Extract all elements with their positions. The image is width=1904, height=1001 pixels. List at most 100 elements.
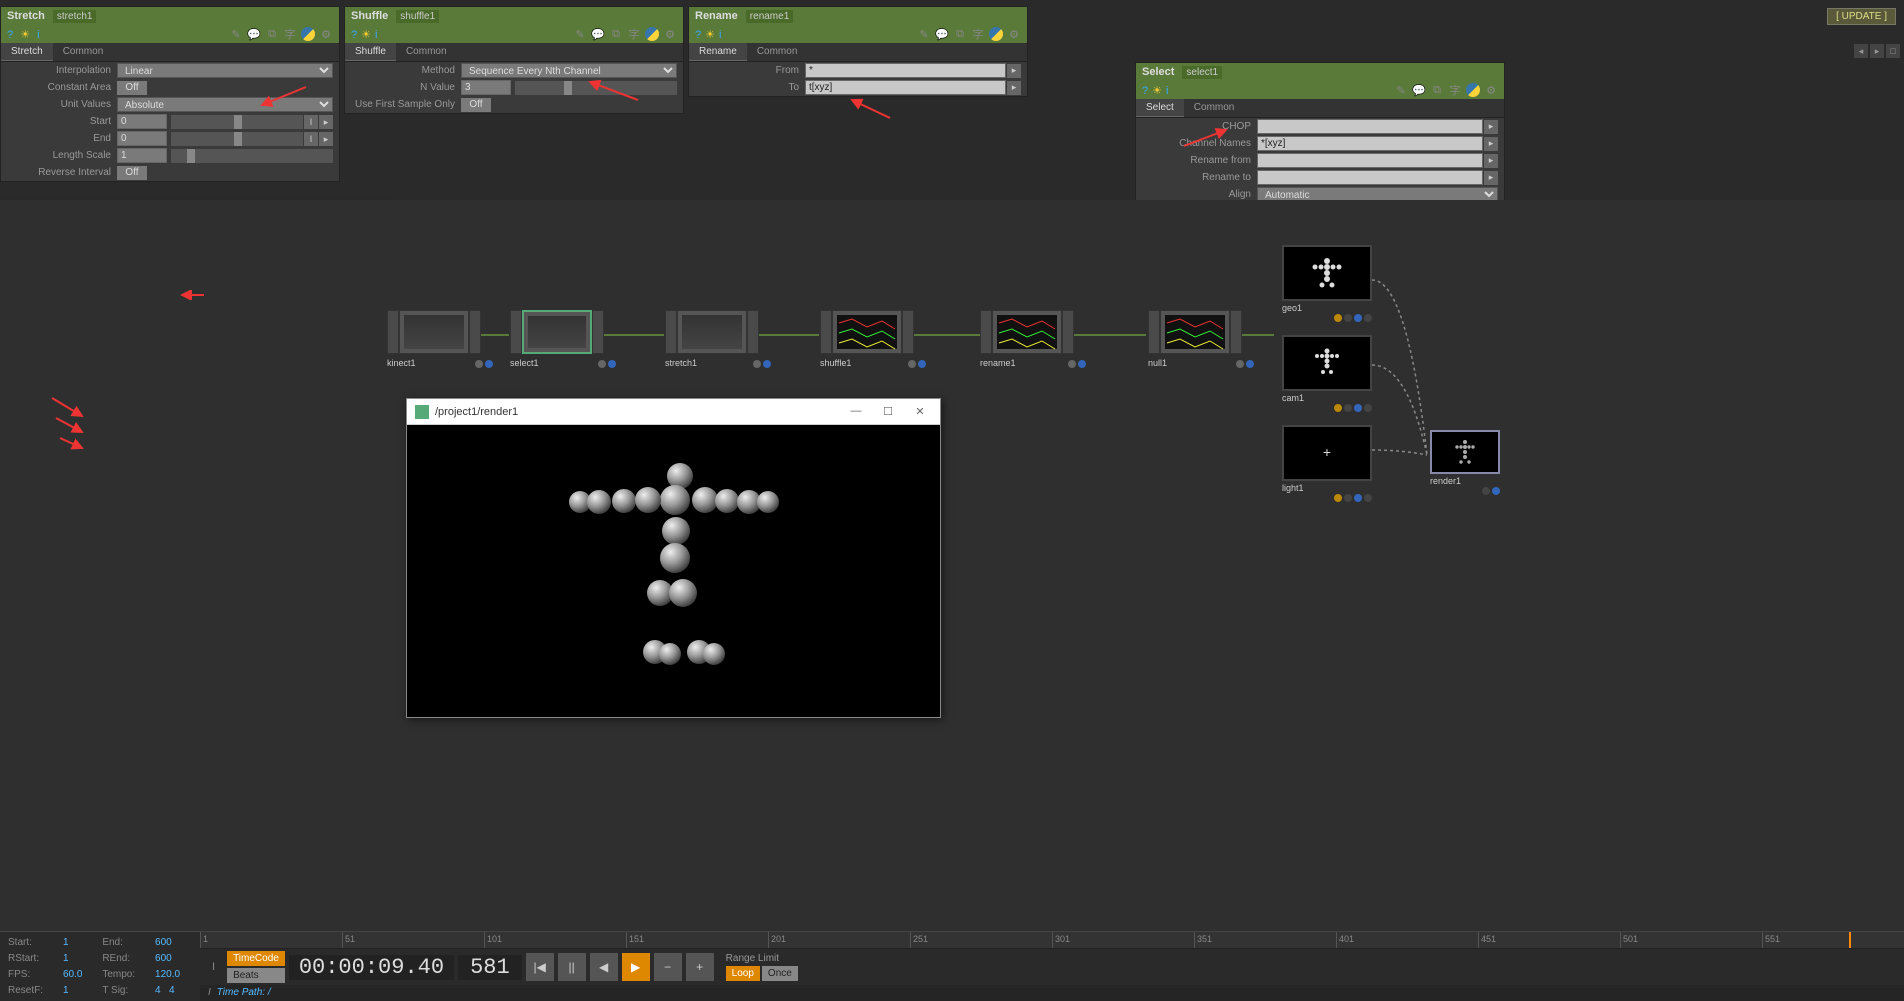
tab-rename[interactable]: Rename <box>689 43 747 61</box>
v-tsig2[interactable]: 4 <box>169 985 175 996</box>
copy-icon[interactable]: ⧉ <box>953 27 967 41</box>
info-icon[interactable]: i <box>375 29 377 41</box>
node-kinect[interactable]: kinect1 <box>387 310 481 354</box>
tab-common[interactable]: Common <box>396 43 457 61</box>
op-name[interactable]: shuffle1 <box>396 10 439 23</box>
v-start[interactable]: 1 <box>63 937 94 948</box>
python-icon[interactable] <box>989 27 1003 41</box>
node-rename[interactable]: rename1 <box>980 310 1074 354</box>
gear-icon[interactable] <box>1484 83 1498 97</box>
slider-end[interactable] <box>171 132 303 146</box>
window-max-icon[interactable]: ☐ <box>876 405 900 418</box>
input-renameto[interactable] <box>1257 170 1483 185</box>
gear-icon[interactable] <box>663 27 677 41</box>
input-from[interactable] <box>805 63 1006 78</box>
copy-icon[interactable]: ⧉ <box>1430 83 1444 97</box>
v-fps[interactable]: 60.0 <box>63 969 94 980</box>
input-channames[interactable] <box>1257 136 1483 151</box>
tab-common[interactable]: Common <box>1184 99 1245 117</box>
tab-stretch[interactable]: Stretch <box>1 43 53 61</box>
toggle-firstsample[interactable]: Off <box>461 98 491 112</box>
network-editor[interactable]: kinect1 select1 stretch1 shuffle1 rename… <box>0 200 1904 941</box>
comment-icon[interactable]: 💬 <box>591 27 605 41</box>
pencil-icon[interactable]: ✎ <box>1394 83 1408 97</box>
slider-start[interactable] <box>171 115 303 129</box>
node-render[interactable]: render1 <box>1430 430 1500 495</box>
node-shuffle[interactable]: shuffle1 <box>820 310 914 354</box>
select-interp[interactable]: Linear <box>117 63 333 78</box>
v-rstart[interactable]: 1 <box>63 953 94 964</box>
btn-end-1[interactable]: I <box>304 132 318 146</box>
input-renamefrom[interactable] <box>1257 153 1483 168</box>
copy-icon[interactable]: ⧉ <box>265 27 279 41</box>
window-close-icon[interactable]: ✕ <box>908 405 932 418</box>
python-icon[interactable] <box>301 27 315 41</box>
timepath[interactable]: ITime Path: / <box>200 985 1904 1001</box>
op-name[interactable]: select1 <box>1182 66 1222 79</box>
tip-icon[interactable]: ☀ <box>1152 85 1162 97</box>
lang-icon[interactable]: 字 <box>1448 83 1462 97</box>
toggle-revint[interactable]: Off <box>117 166 147 180</box>
tip-icon[interactable]: ☀ <box>20 29 30 41</box>
expand-chop[interactable]: ▸ <box>1484 120 1498 134</box>
op-name[interactable]: rename1 <box>746 10 793 23</box>
input-lenscale[interactable] <box>117 148 167 163</box>
window-render-titlebar[interactable]: /project1/render1 — ☐ ✕ <box>407 399 940 425</box>
pencil-icon[interactable]: ✎ <box>573 27 587 41</box>
tip-icon[interactable]: ☀ <box>705 29 715 41</box>
help-icon[interactable]: ? <box>7 29 13 41</box>
rec-indicator[interactable]: I <box>204 961 223 973</box>
minus-button[interactable]: − <box>654 953 682 981</box>
timeline-ruler[interactable]: 151101151201251301351401451501551600 <box>200 932 1904 949</box>
tab-common[interactable]: Common <box>747 43 808 61</box>
node-geo[interactable]: geo1 <box>1282 245 1372 322</box>
v-rend[interactable]: 600 <box>155 953 192 964</box>
slider-lenscale[interactable] <box>171 149 333 163</box>
lang-icon[interactable]: 字 <box>627 27 641 41</box>
btn-start-2[interactable]: ▸ <box>319 115 333 129</box>
expand-renamefrom[interactable]: ▸ <box>1484 154 1498 168</box>
node-light[interactable]: + light1 <box>1282 425 1372 502</box>
pane-max[interactable]: □ <box>1886 44 1900 58</box>
comment-icon[interactable]: 💬 <box>1412 83 1426 97</box>
update-button[interactable]: [ UPDATE ] <box>1827 8 1896 25</box>
expand-renameto[interactable]: ▸ <box>1484 171 1498 185</box>
copy-icon[interactable]: ⧉ <box>609 27 623 41</box>
plus-button[interactable]: + <box>686 953 714 981</box>
expand-channames[interactable]: ▸ <box>1484 137 1498 151</box>
comment-icon[interactable]: 💬 <box>247 27 261 41</box>
step-back-button[interactable]: ◀ <box>590 953 618 981</box>
input-to[interactable] <box>805 80 1006 95</box>
help-icon[interactable]: ? <box>695 29 701 41</box>
once-button[interactable]: Once <box>762 966 798 981</box>
goto-start-button[interactable]: |◀ <box>526 953 554 981</box>
btn-end-2[interactable]: ▸ <box>319 132 333 146</box>
node-null[interactable]: null1 <box>1148 310 1242 354</box>
playhead[interactable] <box>1849 932 1851 948</box>
tab-shuffle[interactable]: Shuffle <box>345 43 396 61</box>
help-icon[interactable]: ? <box>1142 85 1148 97</box>
select-method[interactable]: Sequence Every Nth Channel <box>461 63 677 78</box>
node-cam[interactable]: cam1 <box>1282 335 1372 412</box>
window-min-icon[interactable]: — <box>844 405 868 418</box>
node-select[interactable]: select1 <box>510 310 604 354</box>
select-unitvals[interactable]: Absolute <box>117 97 333 112</box>
help-icon[interactable]: ? <box>351 29 357 41</box>
pane-next[interactable]: ▸ <box>1870 44 1884 58</box>
timecode-button[interactable]: TimeCode <box>227 951 285 966</box>
op-name[interactable]: stretch1 <box>53 10 97 23</box>
pencil-icon[interactable]: ✎ <box>229 27 243 41</box>
btn-start-1[interactable]: I <box>304 115 318 129</box>
info-icon[interactable]: i <box>719 29 721 41</box>
pause-button[interactable]: || <box>558 953 586 981</box>
expand-from[interactable]: ▸ <box>1007 64 1021 78</box>
tip-icon[interactable]: ☀ <box>361 29 371 41</box>
gear-icon[interactable] <box>1007 27 1021 41</box>
v-resetf[interactable]: 1 <box>63 985 94 996</box>
v-end[interactable]: 600 <box>155 937 192 948</box>
play-button[interactable]: ▶ <box>622 953 650 981</box>
pencil-icon[interactable]: ✎ <box>917 27 931 41</box>
pane-prev[interactable]: ◂ <box>1854 44 1868 58</box>
info-icon[interactable]: i <box>1166 85 1168 97</box>
comment-icon[interactable]: 💬 <box>935 27 949 41</box>
